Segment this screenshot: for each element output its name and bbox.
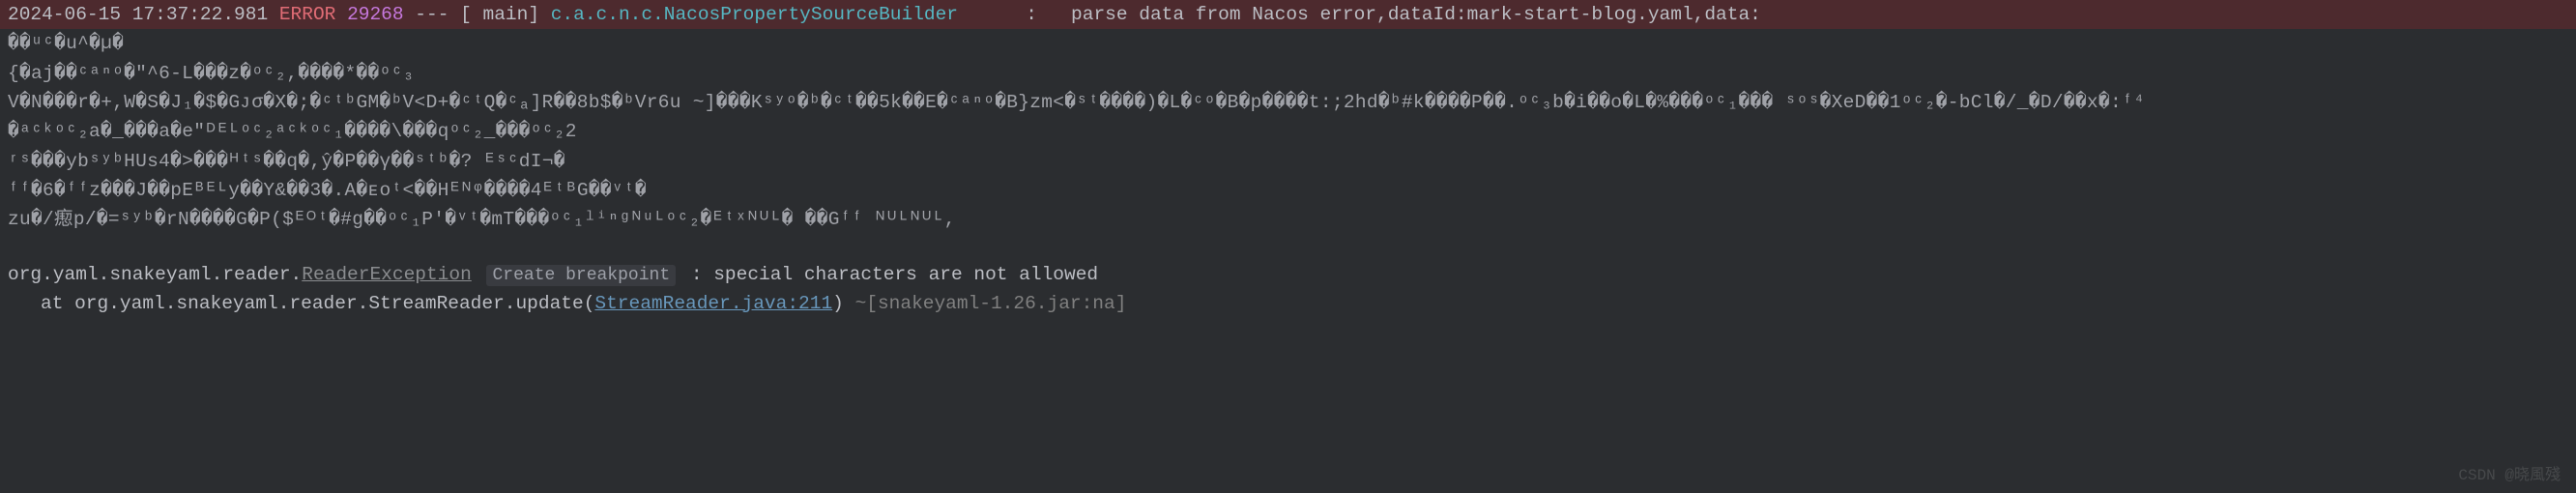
exception-message: : special characters are not allowed <box>691 264 1098 285</box>
colon: : <box>1026 4 1037 25</box>
create-breakpoint-button[interactable]: Create breakpoint <box>486 265 676 286</box>
exception-package: org.yaml.snakeyaml.reader. <box>8 264 302 285</box>
log-level-error: ERROR <box>279 4 336 25</box>
stack-method: org.yaml.snakeyaml.reader.StreamReader.u… <box>74 293 594 314</box>
watermark-text: CSDN @晓風殘 <box>2458 466 2561 487</box>
log-message: parse data from Nacos error,dataId:mark-… <box>1071 4 1761 25</box>
corrupt-data-line-5: ʳˢ���ybˢʸᵇHUs4�>���ᴴᵗˢ��q�,ŷ�P��γ��ˢᵗᵇ�?… <box>0 147 2576 176</box>
log-console: 2024-06-15 17:37:22.981 ERROR 29268 --- … <box>0 0 2576 318</box>
jar-info: ~[snakeyaml-1.26.jar:na] <box>855 293 1127 314</box>
corrupt-data-line-6: ᶠᶠ�6�ᶠᶠz���J��pEᴮᴱᴸy��Y&��3�.A�ᴇᴏᵗ<��Hᴱᴺ… <box>0 176 2576 205</box>
corrupt-data-line-1: ��ᵘᶜ�u^�µ� <box>0 29 2576 58</box>
stack-frame-line: at org.yaml.snakeyaml.reader.StreamReade… <box>0 289 2576 318</box>
corrupt-data-line-2: {�aj��ᶜᵃⁿᵒ�"^6-L���z�ᵒᶜ₂,����*��ᵒᶜ₃ <box>0 59 2576 88</box>
source-file-link[interactable]: StreamReader.java:211 <box>594 293 832 314</box>
blank-line <box>0 235 2576 260</box>
error-log-line: 2024-06-15 17:37:22.981 ERROR 29268 --- … <box>0 0 2576 29</box>
at-keyword: at <box>41 293 63 314</box>
corrupt-data-line-7: zu�/瘛p/�=ˢʸᵇ�rN����G�P($ᴱᴼᵗ�#g��ᵒᶜ₁P'�ᵛᵗ… <box>0 205 2576 234</box>
process-id: 29268 <box>347 4 404 25</box>
timestamp: 2024-06-15 17:37:22.981 <box>8 4 268 25</box>
closing-paren: ) <box>832 293 844 314</box>
thread-name: [ main] <box>460 4 539 25</box>
separator: --- <box>415 4 449 25</box>
corrupt-data-line-3: V�N���r�+,W�S�J₁�$�Gᴊσ�X�;�ᶜᵗᵇGM�ᵇV<D+�ᶜ… <box>0 88 2576 117</box>
exception-class-link[interactable]: ReaderException <box>302 264 472 285</box>
corrupt-data-line-4: �ᵃᶜᵏᵒᶜ₂a�_���a�e"ᴰᴱᴸᵒᶜ₂ᵃᶜᵏᵒᶜ₁����\���qᵒᶜ… <box>0 117 2576 146</box>
exception-line: org.yaml.snakeyaml.reader.ReaderExceptio… <box>0 260 2576 289</box>
logger-class: c.a.c.n.c.NacosPropertySourceBuilder <box>551 4 958 25</box>
